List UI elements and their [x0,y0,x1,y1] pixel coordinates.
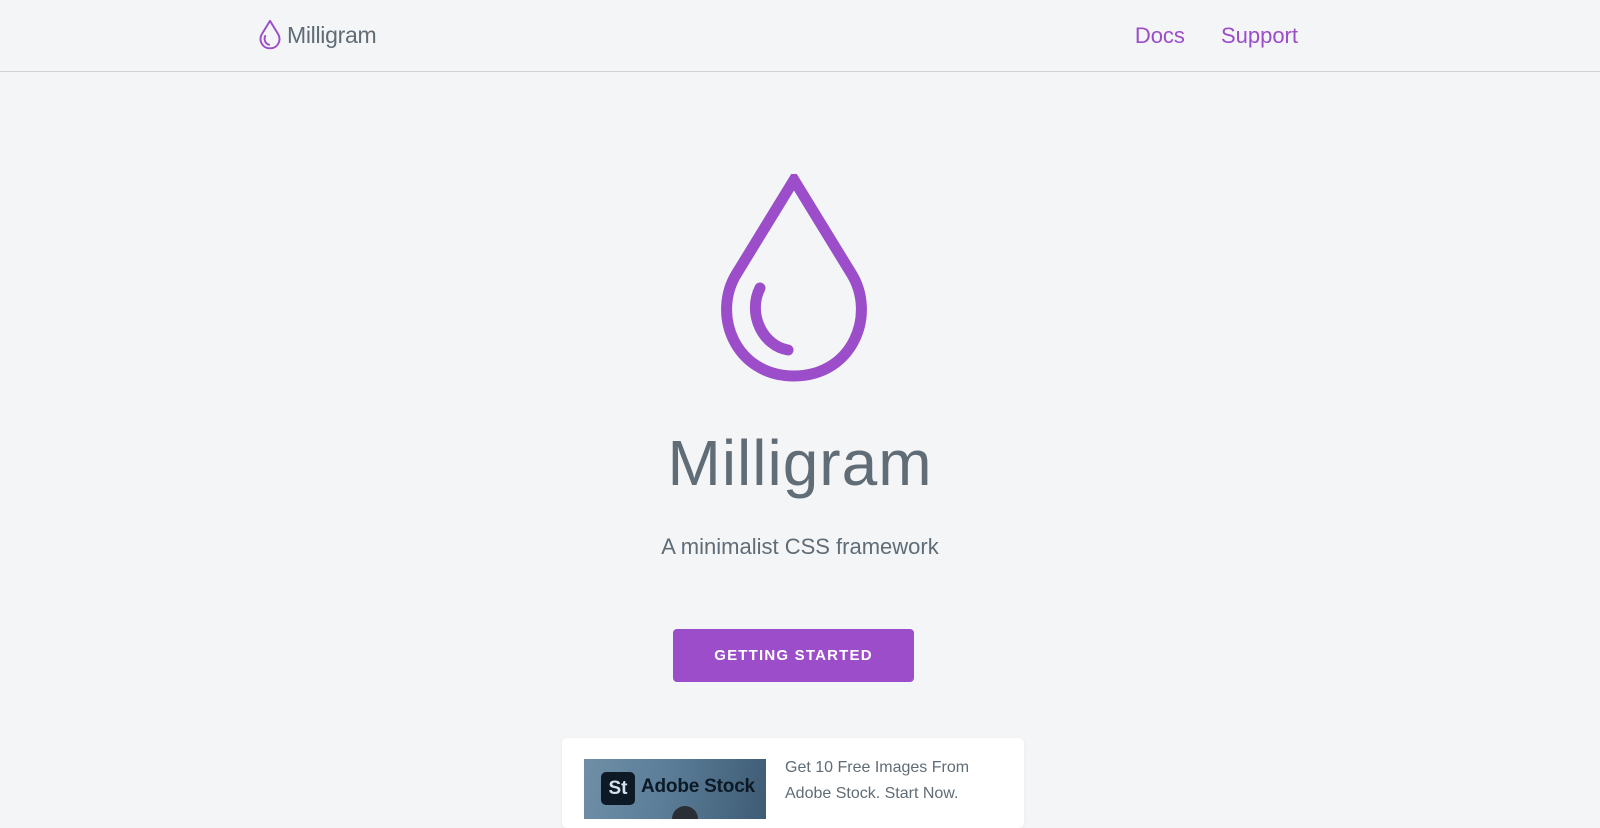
top-navbar: Milligram Docs Support [0,0,1600,72]
nav-link-support[interactable]: Support [1221,20,1298,52]
ad-image[interactable]: St Adobe Stock [584,759,766,819]
ad-card: St Adobe Stock Get 10 Free Images From A… [562,738,1024,828]
milligram-drop-icon [721,174,867,382]
hero-title: Milligram [667,427,933,499]
hero-subtitle: A minimalist CSS framework [661,534,939,559]
milligram-drop-icon [259,20,281,50]
nav-link-docs[interactable]: Docs [1135,20,1185,52]
ad-photo-subject [672,806,698,819]
getting-started-button[interactable]: Getting Started [673,629,914,682]
ad-brand: Adobe Stock [641,776,755,797]
brand-name: Milligram [287,21,377,48]
nav-links: Docs Support [1135,20,1298,52]
ad-text-link[interactable]: Get 10 Free Images From Adobe Stock. Sta… [785,755,1005,807]
adobe-stock-logo: St [601,772,635,805]
brand-home-link[interactable]: Milligram [259,18,377,52]
